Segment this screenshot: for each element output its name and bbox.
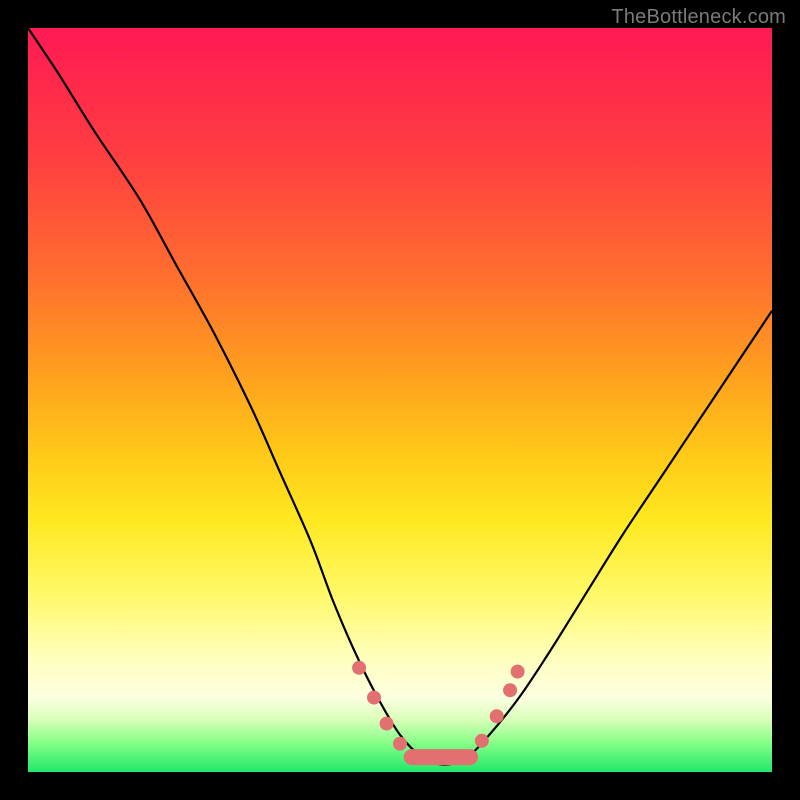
minimum-markers <box>352 661 524 765</box>
minimum-marker-dot <box>367 691 381 705</box>
minimum-marker-dot <box>475 734 489 748</box>
chart-frame: TheBottleneck.com <box>0 0 800 800</box>
plot-area <box>28 28 772 772</box>
minimum-marker-dot <box>352 661 366 675</box>
minimum-marker-dot <box>503 683 517 697</box>
curve-layer <box>28 28 772 772</box>
minimum-marker-dot <box>511 665 525 679</box>
bottleneck-curve <box>28 28 772 765</box>
minimum-marker-dot <box>393 737 407 751</box>
watermark-text: TheBottleneck.com <box>611 6 786 29</box>
minimum-marker-dot <box>490 709 504 723</box>
minimum-marker-pill <box>404 749 478 765</box>
minimum-marker-dot <box>380 717 394 731</box>
